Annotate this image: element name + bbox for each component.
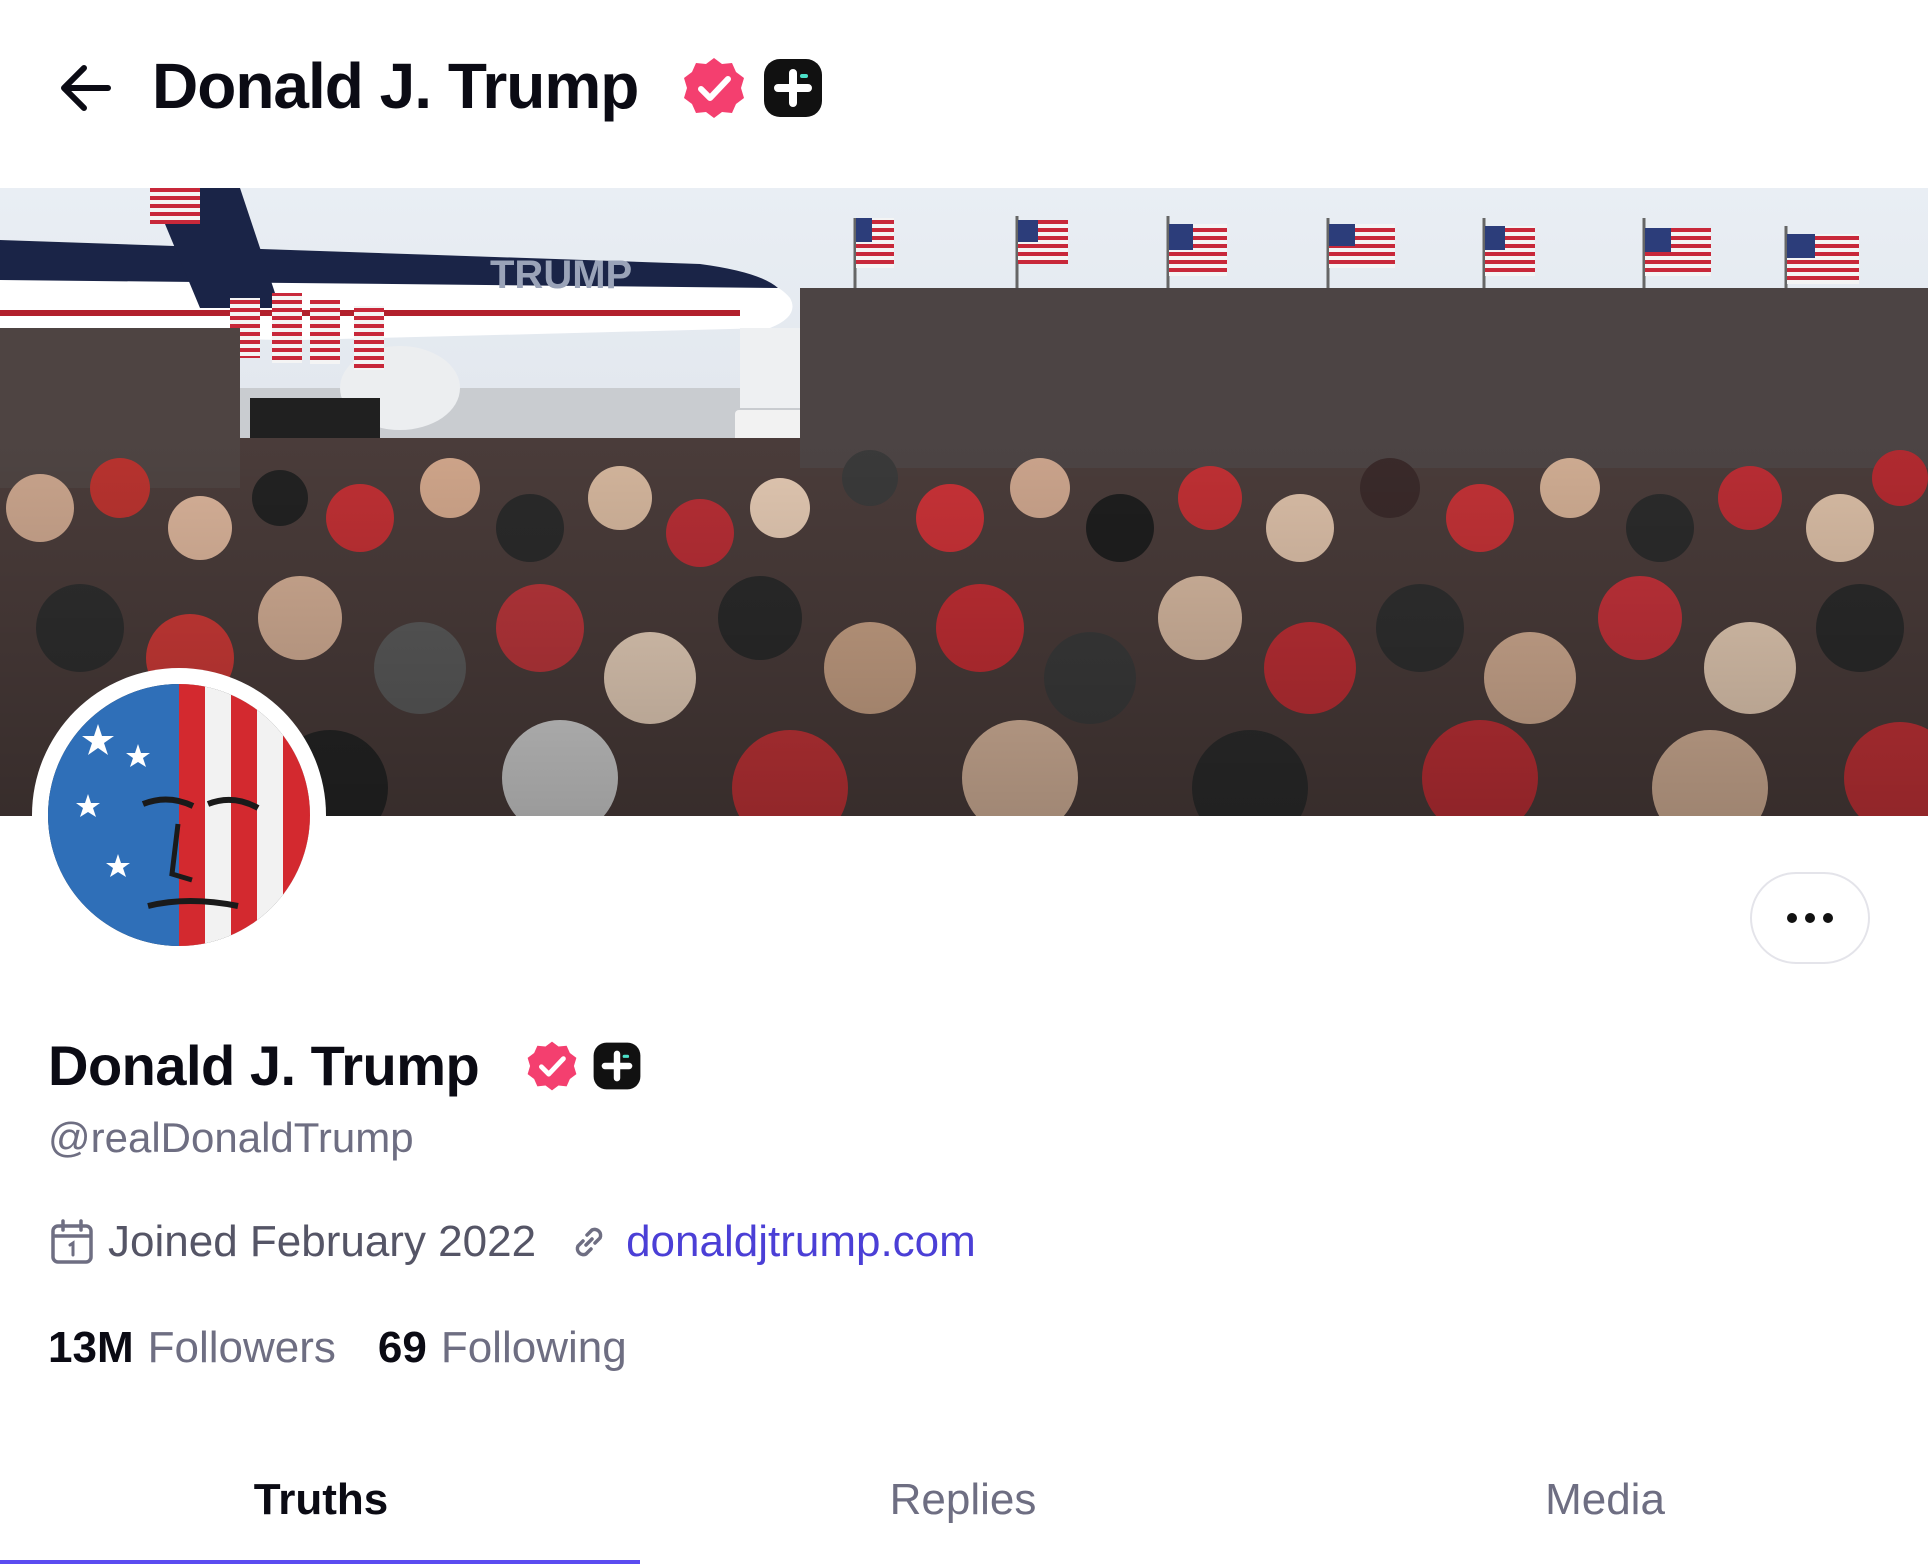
more-options-button[interactable] [1750, 872, 1870, 964]
header-title: Donald J. Trump [152, 50, 639, 122]
more-dots-icon [1787, 913, 1797, 923]
active-tab-indicator [0, 1560, 640, 1564]
followers-stat[interactable]: 13M Followers [48, 1323, 336, 1373]
website-link[interactable]: donaldjtrump.com [626, 1217, 976, 1267]
profile-display-name: Donald J. Trump [48, 1034, 480, 1097]
profile-tabs: Truths Replies Media [0, 1440, 1928, 1564]
joined-date: Joined February 2022 [108, 1217, 537, 1266]
calendar-icon [51, 1219, 93, 1264]
plus-badge-icon [764, 59, 822, 117]
profile-meta: Joined February 2022 donaldjtrump.com [50, 1212, 976, 1272]
profile-avatar[interactable] [32, 668, 326, 962]
tab-truths[interactable]: Truths [0, 1440, 642, 1560]
link-icon [575, 1227, 603, 1257]
plane-lettering: TRUMP [490, 253, 632, 297]
following-label: Following [440, 1323, 627, 1372]
followers-count: 13M [48, 1323, 134, 1372]
verified-badge-icon [684, 58, 744, 118]
more-dots-icon [1805, 913, 1815, 923]
tab-replies[interactable]: Replies [642, 1440, 1284, 1560]
back-button[interactable] [54, 56, 118, 120]
plus-badge-icon [593, 1042, 641, 1090]
following-count: 69 [377, 1323, 427, 1372]
arrow-left-icon [61, 65, 111, 111]
profile-handle: @realDonaldTrump [48, 1114, 414, 1161]
following-stat[interactable]: 69 Following [378, 1323, 627, 1373]
followers-label: Followers [147, 1323, 336, 1372]
verified-badge-icon [527, 1041, 577, 1091]
profile-badges [526, 1040, 642, 1092]
top-header: Donald J. Trump [0, 0, 1928, 188]
profile-avatar-image [48, 684, 310, 946]
follow-stats: 13M Followers 69 Following [48, 1318, 627, 1378]
profile-page: Donald J. Trump TRUMP Donald J. Trump @r… [0, 0, 1928, 1564]
tab-media[interactable]: Media [1284, 1440, 1926, 1560]
header-badges [682, 56, 824, 120]
more-dots-icon [1823, 913, 1833, 923]
